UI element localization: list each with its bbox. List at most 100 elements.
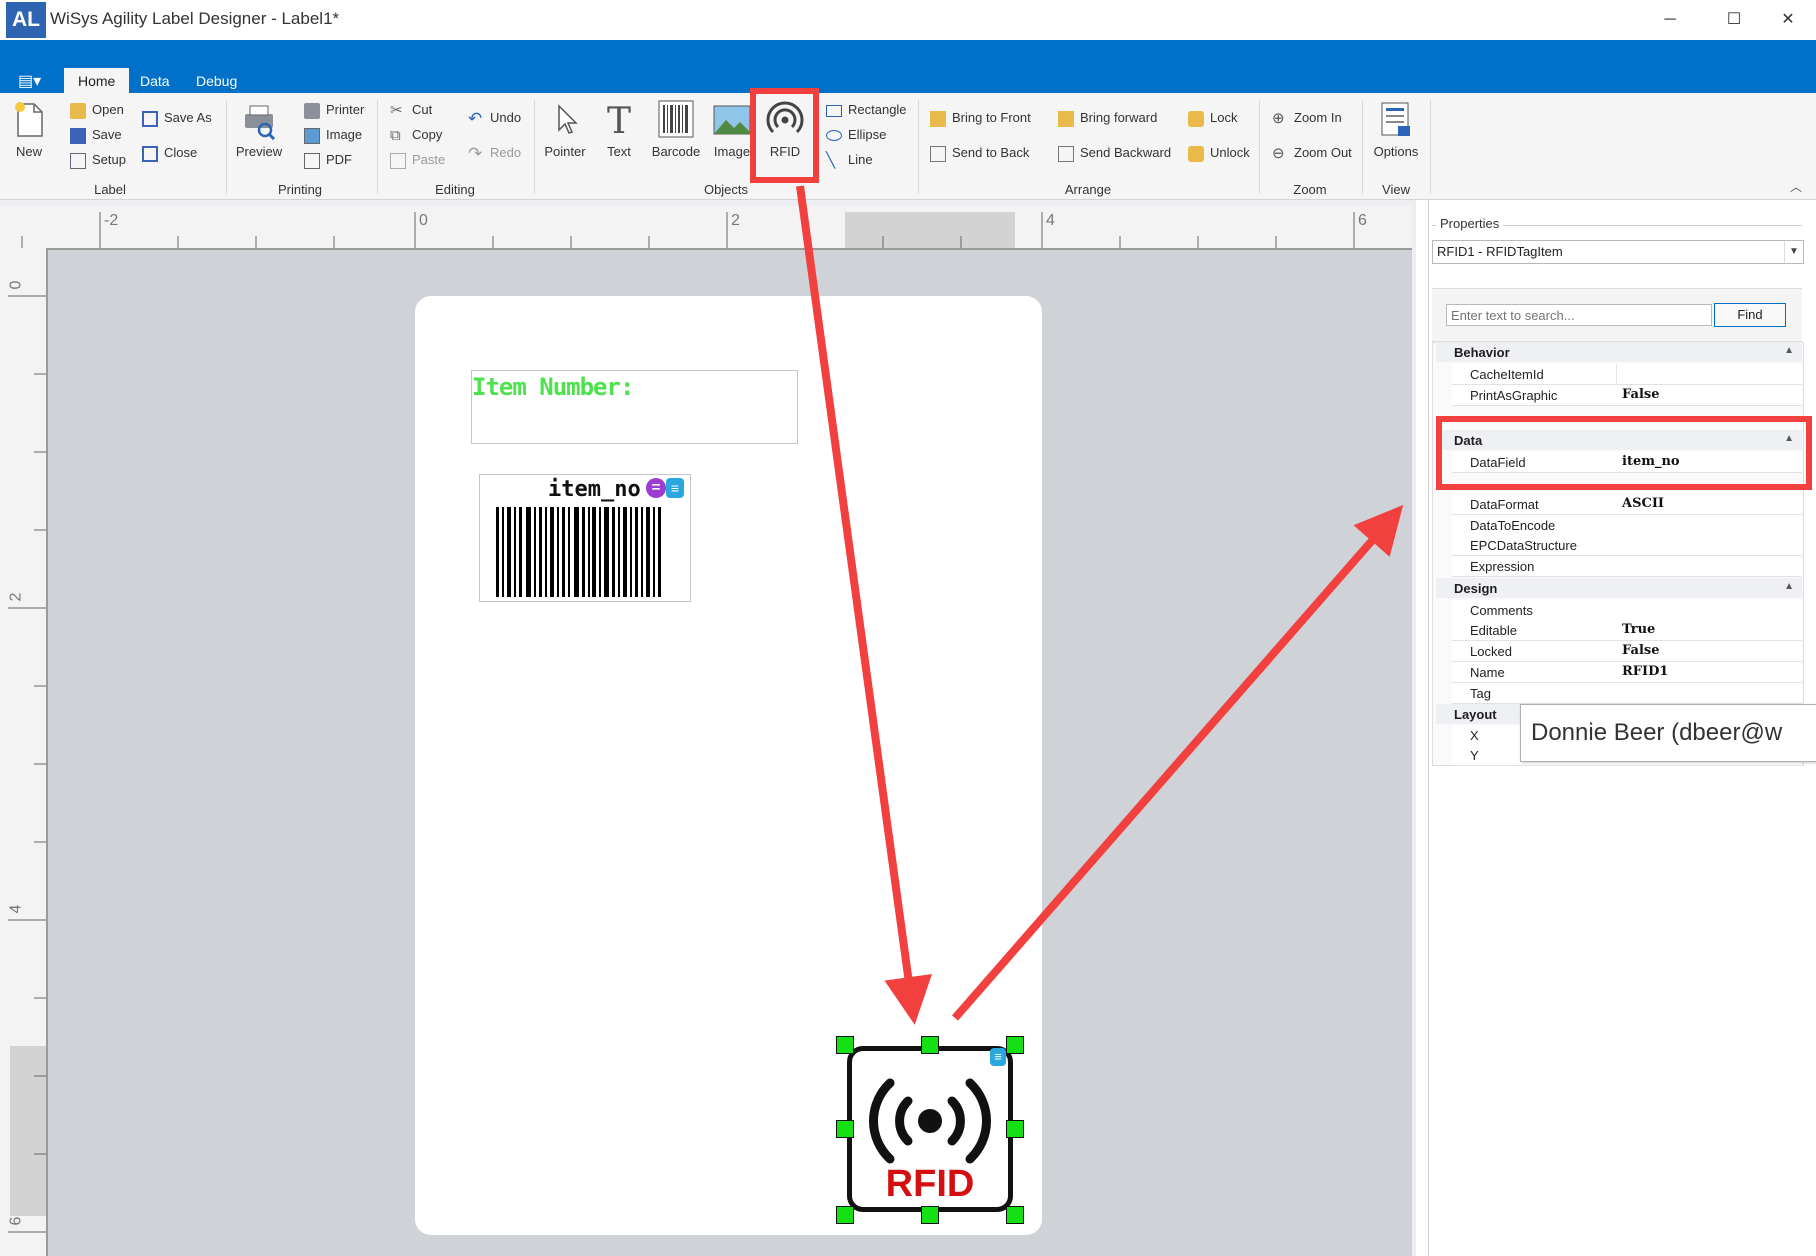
options-button[interactable]: Options [1370,100,1422,159]
send-backward-button[interactable]: Send Backward [1058,145,1171,162]
close-label-button[interactable]: Close [142,145,197,162]
expression-badge-icon: = [646,478,666,498]
image-object-button[interactable]: Image [710,100,754,159]
minimize-button[interactable]: ─ [1646,4,1694,36]
line-button[interactable]: ╲ Line [826,152,873,169]
barcode-button[interactable]: Barcode [650,100,702,159]
property-row[interactable]: Locked False [1452,641,1802,662]
selection-handle[interactable] [836,1120,854,1138]
property-row[interactable]: Editable True [1452,620,1802,641]
app-menu-icon[interactable]: ▤▾ [18,72,46,92]
new-document-icon [15,102,43,137]
pointer-button[interactable]: Pointer [542,100,588,159]
barcode-field-label: item_no [548,477,641,502]
folder-icon [70,102,86,119]
unlock-button[interactable]: Unlock [1188,145,1250,162]
scissors-icon: ✂ [390,101,403,119]
user-tooltip: Donnie Beer (dbeer@w [1520,704,1816,762]
selection-handle[interactable] [921,1036,939,1054]
zoom-out-button[interactable]: ⊖ Zoom Out [1272,145,1352,162]
save-as-button[interactable]: Save As [142,110,212,127]
collapse-icon[interactable]: ▲ [1784,345,1794,356]
printer-button[interactable]: Printer [304,102,364,119]
property-row[interactable]: EPCDataStructure [1452,535,1802,556]
rectangle-button[interactable]: Rectangle [826,102,907,117]
property-search-input[interactable] [1446,304,1712,326]
group-label-objects: Objects [703,182,749,197]
export-pdf-button[interactable]: PDF [304,152,352,169]
selection-handle[interactable] [1006,1206,1024,1224]
export-image-button[interactable]: Image [304,127,362,144]
printer-icon [304,102,320,119]
redo-icon: ↷ [468,143,483,163]
ribbon-separator [1259,100,1260,194]
bring-forward-button[interactable]: Bring forward [1058,110,1157,127]
redo-button[interactable]: ↷ Redo [468,145,521,162]
print-preview-icon [245,105,276,140]
maximize-button[interactable]: ☐ [1710,4,1758,36]
item-number-text-object[interactable]: Item Number: [471,370,798,444]
send-to-back-button[interactable]: Send to Back [930,145,1029,162]
paste-button[interactable]: Paste [390,152,445,169]
ribbon-separator [1430,100,1431,194]
open-button[interactable]: Open [70,102,124,119]
object-selector-dropdown[interactable]: RFID1 - RFIDTagItem ▼ [1432,240,1804,264]
property-row[interactable]: Name RFID1 [1452,662,1802,683]
barcode-bars [496,507,661,597]
zoom-in-button[interactable]: ⊕ Zoom In [1272,110,1342,127]
tab-data[interactable]: Data [126,68,184,94]
lock-button[interactable]: Lock [1188,110,1237,127]
rfid-object[interactable]: RFID [847,1046,1013,1212]
chevron-down-icon[interactable]: ▼ [1784,241,1803,263]
property-row[interactable]: DataToEncode [1452,515,1802,536]
find-button[interactable]: Find [1714,303,1786,327]
tab-debug[interactable]: Debug [182,68,251,94]
setup-icon [70,152,86,169]
property-row[interactable]: PrintAsGraphic False [1452,385,1802,406]
vertical-ruler-ticks [8,295,46,1233]
app-logo: AL [6,2,46,38]
undo-icon: ↶ [468,108,483,128]
property-row[interactable]: Tag [1452,683,1802,704]
rfid-signal-icon [766,101,804,134]
save-button[interactable]: Save [70,127,122,144]
grid-divider [1616,364,1617,384]
rfid-button[interactable]: RFID [760,100,810,159]
send-backward-icon [1058,145,1074,162]
selection-handle[interactable] [1006,1120,1024,1138]
line-icon: ╲ [826,151,836,169]
collapse-ribbon-icon[interactable]: ︿ [1790,178,1802,195]
group-label-arrange: Arrange [1064,182,1112,197]
selection-handle[interactable] [836,1036,854,1054]
property-row[interactable]: Expression [1452,556,1802,577]
setup-button[interactable]: Setup [70,152,126,169]
group-label-view: View [1382,182,1410,197]
undo-button[interactable]: ↶ Undo [468,110,521,127]
category-design[interactable]: Design ▲ [1436,578,1802,598]
property-row[interactable]: DataFormat ASCII [1452,494,1802,515]
text-button[interactable]: T Text [598,100,640,159]
new-button[interactable]: New [8,100,50,159]
unlock-icon [1188,145,1204,162]
category-behavior[interactable]: Behavior ▲ [1436,342,1802,362]
tab-home[interactable]: Home [64,68,130,94]
cut-button[interactable]: ✂ Cut [390,102,432,119]
collapse-icon[interactable]: ▲ [1784,581,1794,592]
selection-handle[interactable] [836,1206,854,1224]
selection-handle[interactable] [1006,1036,1024,1054]
ruler-label: 0 [7,280,25,290]
bring-to-front-button[interactable]: Bring to Front [930,110,1031,127]
barcode-object[interactable]: item_no = ≡ [479,474,691,602]
ellipse-button[interactable]: Ellipse [826,127,886,142]
selection-handle[interactable] [921,1206,939,1224]
property-row[interactable]: Comments [1452,600,1802,621]
database-badge-icon: ≡ [990,1048,1006,1066]
zoom-out-icon: ⊖ [1272,144,1285,162]
ruler-label: 4 [1046,212,1055,229]
save-icon [70,127,86,144]
preview-button[interactable]: Preview [234,100,284,159]
ellipse-icon [826,130,842,142]
property-row[interactable]: CacheItemId [1452,364,1802,385]
close-window-button[interactable]: ✕ [1764,4,1812,36]
copy-button[interactable]: ⧉ Copy [390,127,442,144]
